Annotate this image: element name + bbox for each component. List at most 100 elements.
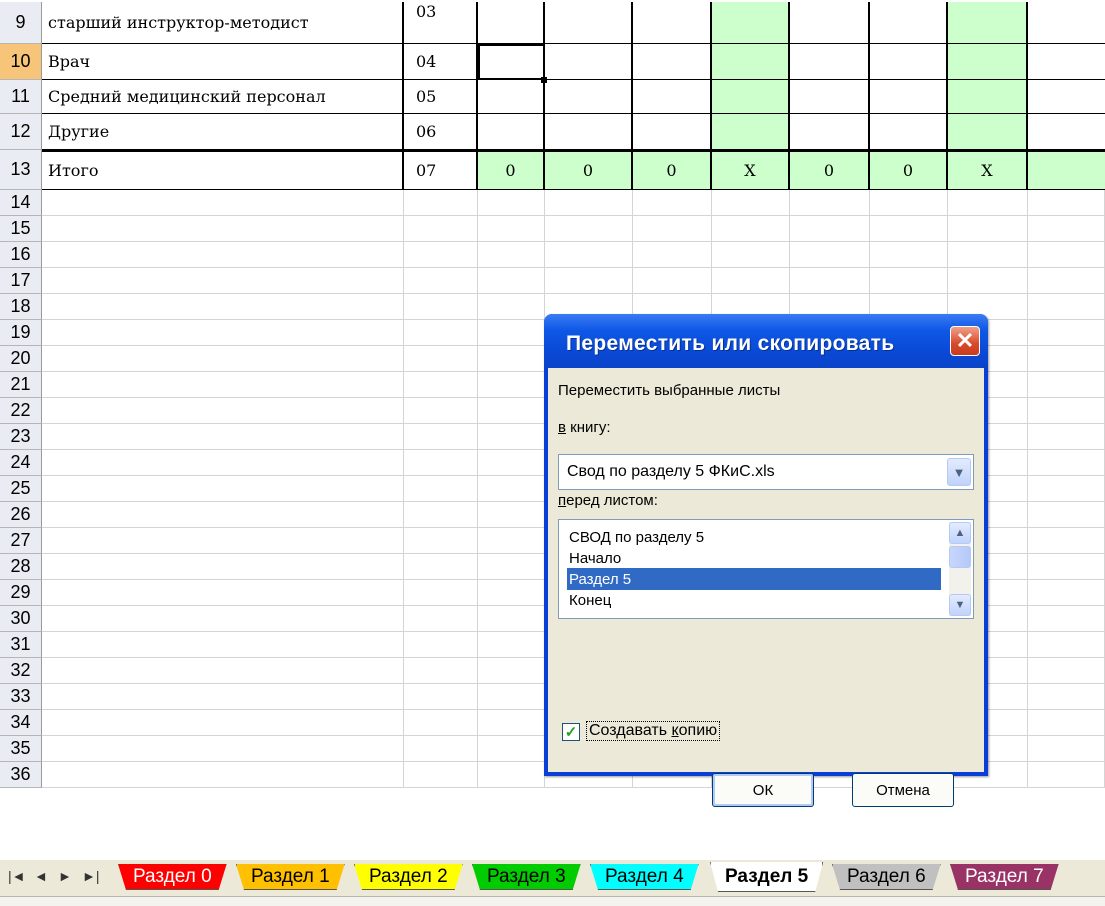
row-header[interactable]: 16	[0, 242, 42, 268]
row-header[interactable]: 15	[0, 216, 42, 242]
empty-cell[interactable]	[42, 528, 404, 554]
sheet-tab[interactable]: Раздел 0	[118, 864, 227, 890]
empty-cell[interactable]	[870, 190, 948, 216]
empty-cell[interactable]	[1028, 762, 1105, 788]
table-cell[interactable]: Х	[948, 150, 1028, 190]
empty-cell[interactable]	[478, 320, 545, 346]
row-header[interactable]: 32	[0, 658, 42, 684]
empty-cell[interactable]	[1028, 346, 1105, 372]
sheet-tab[interactable]: Раздел 1	[236, 864, 345, 890]
table-cell[interactable]: Х	[712, 150, 790, 190]
table-cell[interactable]: 0	[478, 150, 545, 190]
empty-cell[interactable]	[42, 710, 404, 736]
table-cell[interactable]	[1028, 80, 1105, 114]
table-cell[interactable]	[478, 114, 545, 150]
empty-cell[interactable]	[404, 346, 478, 372]
table-cell[interactable]: 0	[870, 150, 948, 190]
sheet-tab[interactable]: Раздел 7	[950, 864, 1059, 890]
empty-cell[interactable]	[478, 424, 545, 450]
empty-cell[interactable]	[948, 216, 1028, 242]
empty-cell[interactable]	[404, 216, 478, 242]
empty-cell[interactable]	[633, 190, 712, 216]
table-cell[interactable]	[545, 114, 633, 150]
table-cell-name[interactable]: Другие	[42, 114, 404, 150]
row-header[interactable]: 18	[0, 294, 42, 320]
table-cell[interactable]	[633, 114, 712, 150]
empty-cell[interactable]	[478, 684, 545, 710]
empty-cell[interactable]	[404, 528, 478, 554]
empty-cell[interactable]	[1028, 424, 1105, 450]
dialog-titlebar[interactable]: Переместить или скопировать ✕	[544, 314, 988, 368]
table-cell-code[interactable]: 04	[404, 44, 478, 80]
empty-cell[interactable]	[633, 268, 712, 294]
row-header[interactable]: 23	[0, 424, 42, 450]
table-cell-code[interactable]: 05	[404, 80, 478, 114]
empty-cell[interactable]	[1028, 242, 1105, 268]
empty-cell[interactable]	[545, 242, 633, 268]
empty-cell[interactable]	[42, 294, 404, 320]
empty-cell[interactable]	[404, 710, 478, 736]
empty-cell[interactable]	[948, 190, 1028, 216]
table-cell[interactable]	[712, 80, 790, 114]
empty-cell[interactable]	[42, 502, 404, 528]
row-header[interactable]: 22	[0, 398, 42, 424]
first-sheet-icon[interactable]: |◄	[8, 868, 26, 884]
empty-cell[interactable]	[42, 190, 404, 216]
table-cell[interactable]	[948, 44, 1028, 80]
row-header[interactable]: 31	[0, 632, 42, 658]
row-header[interactable]: 33	[0, 684, 42, 710]
cancel-button[interactable]: Отмена	[852, 773, 954, 807]
table-cell[interactable]	[633, 80, 712, 114]
row-header[interactable]: 30	[0, 606, 42, 632]
empty-cell[interactable]	[404, 658, 478, 684]
row-header[interactable]: 20	[0, 346, 42, 372]
empty-cell[interactable]	[404, 398, 478, 424]
empty-cell[interactable]	[478, 372, 545, 398]
table-cell[interactable]: 0	[633, 150, 712, 190]
row-header[interactable]: 29	[0, 580, 42, 606]
table-cell[interactable]	[948, 114, 1028, 150]
create-copy-label[interactable]: Создавать копию	[586, 721, 721, 741]
empty-cell[interactable]	[1028, 294, 1105, 320]
chevron-down-icon[interactable]: ▼	[947, 458, 971, 486]
empty-cell[interactable]	[42, 554, 404, 580]
table-cell[interactable]	[712, 44, 790, 80]
table-cell-name[interactable]: Итого	[42, 150, 404, 190]
empty-cell[interactable]	[404, 684, 478, 710]
empty-cell[interactable]	[478, 710, 545, 736]
empty-cell[interactable]	[404, 502, 478, 528]
sheet-list-item[interactable]: Начало	[567, 547, 621, 569]
empty-cell[interactable]	[545, 268, 633, 294]
fill-handle[interactable]	[541, 77, 547, 83]
row-header[interactable]: 10	[0, 44, 42, 80]
table-cell[interactable]	[790, 2, 870, 44]
empty-cell[interactable]	[1028, 190, 1105, 216]
empty-cell[interactable]	[404, 606, 478, 632]
empty-cell[interactable]	[404, 476, 478, 502]
book-select[interactable]: Свод по разделу 5 ФКиС.xls ▼	[558, 454, 974, 490]
empty-cell[interactable]	[478, 294, 545, 320]
empty-cell[interactable]	[633, 242, 712, 268]
empty-cell[interactable]	[42, 450, 404, 476]
row-header[interactable]: 35	[0, 736, 42, 762]
table-cell[interactable]	[1028, 44, 1105, 80]
empty-cell[interactable]	[1028, 632, 1105, 658]
table-cell-name[interactable]: Средний медицинский персонал	[42, 80, 404, 114]
scroll-thumb[interactable]	[949, 546, 971, 568]
empty-cell[interactable]	[42, 320, 404, 346]
prev-sheet-icon[interactable]: ◄	[34, 868, 48, 884]
row-header[interactable]: 21	[0, 372, 42, 398]
empty-cell[interactable]	[42, 372, 404, 398]
row-header[interactable]: 9	[0, 2, 42, 44]
empty-cell[interactable]	[478, 606, 545, 632]
table-cell[interactable]	[870, 80, 948, 114]
ok-button[interactable]: ОК	[712, 773, 814, 807]
table-cell-name[interactable]: Врач	[42, 44, 404, 80]
empty-cell[interactable]	[478, 632, 545, 658]
empty-cell[interactable]	[42, 398, 404, 424]
empty-cell[interactable]	[478, 216, 545, 242]
table-cell[interactable]	[1028, 2, 1105, 44]
table-cell[interactable]	[870, 114, 948, 150]
table-cell-name[interactable]: старший инструктор-методист	[42, 2, 404, 44]
empty-cell[interactable]	[712, 216, 790, 242]
